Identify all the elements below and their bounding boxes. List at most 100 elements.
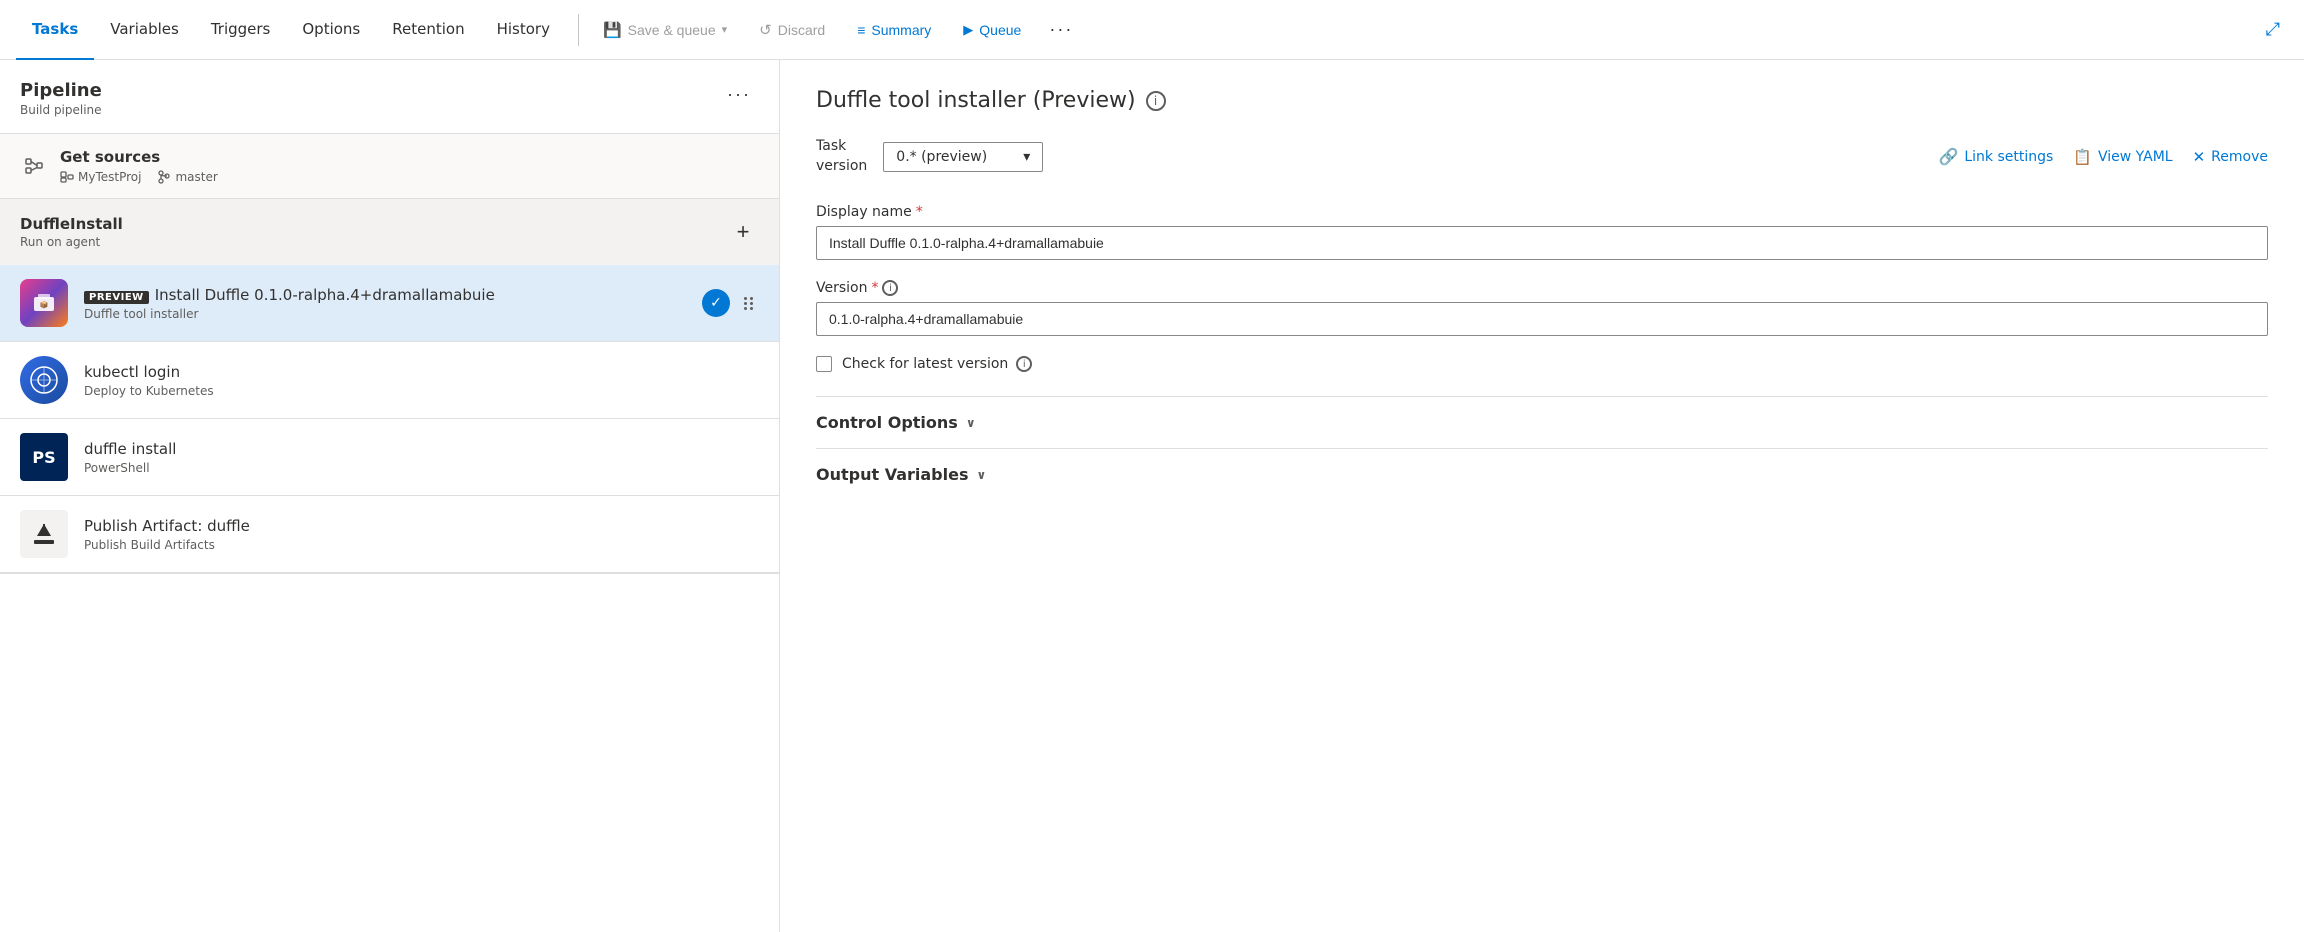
- check-latest-info-icon[interactable]: i: [1016, 356, 1032, 372]
- task-install-duffle-actions: ✓: [702, 289, 759, 317]
- save-icon: 💾: [603, 21, 622, 39]
- output-variables-chevron-icon: ∨: [977, 468, 987, 482]
- agent-info: DuffleInstall Run on agent: [20, 215, 123, 249]
- display-name-label: Display name *: [816, 204, 2268, 220]
- task-version-select[interactable]: 0.* (preview) ▾: [883, 142, 1043, 172]
- remove-icon: ✕: [2193, 148, 2206, 166]
- publish-task-icon: [20, 510, 68, 558]
- version-chevron-icon: ▾: [1023, 149, 1030, 165]
- repo-meta: MyTestProj: [60, 170, 141, 184]
- agent-header: DuffleInstall Run on agent +: [0, 199, 779, 265]
- queue-play-icon: ▶: [963, 22, 973, 38]
- task-install-duffle-name: PREVIEWInstall Duffle 0.1.0-ralpha.4+dra…: [84, 286, 702, 304]
- duffle-task-icon: 📦: [20, 279, 68, 327]
- agent-subtitle: Run on agent: [20, 235, 123, 249]
- task-duffle-install-subtitle: PowerShell: [84, 461, 759, 475]
- task-version-left: Taskversion 0.* (preview) ▾: [816, 137, 1043, 176]
- view-yaml-button[interactable]: 📋 View YAML: [2073, 148, 2172, 166]
- pipeline-info: Pipeline Build pipeline: [20, 80, 102, 117]
- task-version-value: 0.* (preview): [896, 149, 987, 165]
- pipeline-title: Pipeline: [20, 80, 102, 101]
- task-item-duffle-install[interactable]: PS duffle install PowerShell: [0, 419, 779, 496]
- main-content: Pipeline Build pipeline ··· Get sources: [0, 60, 2304, 932]
- task-kubectl-subtitle: Deploy to Kubernetes: [84, 384, 759, 398]
- task-version-label: Taskversion: [816, 137, 867, 176]
- drag-handle[interactable]: [738, 293, 759, 314]
- save-queue-chevron-icon: ▾: [722, 23, 728, 36]
- get-sources-title: Get sources: [60, 148, 218, 166]
- link-settings-button[interactable]: 🔗 Link settings: [1938, 147, 2053, 166]
- discard-icon: ↺: [759, 21, 772, 39]
- version-field-label: Version * i: [816, 280, 2268, 296]
- kubectl-task-icon: [20, 356, 68, 404]
- top-nav: Tasks Variables Triggers Options Retenti…: [0, 0, 2304, 60]
- tab-tasks[interactable]: Tasks: [16, 0, 94, 60]
- output-variables-header[interactable]: Output Variables ∨: [816, 465, 2268, 484]
- tab-variables[interactable]: Variables: [94, 0, 195, 60]
- display-name-input[interactable]: [816, 226, 2268, 260]
- task-check-icon: ✓: [702, 289, 730, 317]
- task-item-publish-artifact[interactable]: Publish Artifact: duffle Publish Build A…: [0, 496, 779, 573]
- version-info-icon[interactable]: i: [882, 280, 898, 296]
- tab-options[interactable]: Options: [286, 0, 376, 60]
- link-settings-icon: 🔗: [1938, 147, 1958, 166]
- save-queue-label: Save & queue: [628, 22, 716, 38]
- preview-badge: PREVIEW: [84, 291, 149, 304]
- check-latest-label: Check for latest version i: [842, 356, 1032, 372]
- control-options-section: Control Options ∨: [816, 396, 2268, 448]
- nav-tabs: Tasks Variables Triggers Options Retenti…: [16, 0, 566, 60]
- task-item-kubectl-login[interactable]: kubectl login Deploy to Kubernetes: [0, 342, 779, 419]
- pipeline-header: Pipeline Build pipeline ···: [0, 60, 779, 134]
- task-duffle-install-name: duffle install: [84, 440, 759, 458]
- tab-retention[interactable]: Retention: [376, 0, 480, 60]
- task-duffle-install-info: duffle install PowerShell: [84, 440, 759, 475]
- summary-button[interactable]: ≡ Summary: [845, 16, 943, 44]
- task-version-actions: 🔗 Link settings 📋 View YAML ✕ Remove: [1938, 147, 2268, 166]
- tab-history[interactable]: History: [481, 0, 566, 60]
- task-install-duffle-subtitle: Duffle tool installer: [84, 307, 702, 321]
- task-publish-subtitle: Publish Build Artifacts: [84, 538, 759, 552]
- version-input[interactable]: [816, 302, 2268, 336]
- save-queue-button[interactable]: 💾 Save & queue ▾: [591, 15, 739, 45]
- nav-separator: [578, 14, 579, 46]
- agent-title: DuffleInstall: [20, 215, 123, 233]
- control-options-header[interactable]: Control Options ∨: [816, 413, 2268, 432]
- summary-icon: ≡: [857, 22, 865, 38]
- get-sources-row[interactable]: Get sources MyTestProj: [0, 134, 779, 199]
- display-name-group: Display name *: [816, 204, 2268, 260]
- powershell-task-icon: PS: [20, 433, 68, 481]
- discard-button[interactable]: ↺ Discard: [747, 15, 837, 45]
- pipeline-more-button[interactable]: ···: [719, 80, 759, 109]
- task-item-install-duffle[interactable]: 📦 PREVIEWInstall Duffle 0.1.0-ralpha.4+d…: [0, 265, 779, 342]
- output-variables-section: Output Variables ∨: [816, 448, 2268, 500]
- branch-meta: master: [157, 170, 217, 184]
- task-kubectl-name: kubectl login: [84, 363, 759, 381]
- view-yaml-icon: 📋: [2073, 148, 2092, 166]
- more-options-button[interactable]: ···: [1041, 13, 1081, 46]
- right-panel: Duffle tool installer (Preview) i Taskve…: [780, 60, 2304, 932]
- agent-section: DuffleInstall Run on agent + 📦 PREVIEWIn: [0, 199, 779, 574]
- version-required: *: [871, 280, 878, 296]
- queue-button[interactable]: ▶ Queue: [951, 16, 1033, 44]
- panel-title: Duffle tool installer (Preview) i: [816, 88, 2268, 113]
- title-info-icon[interactable]: i: [1146, 91, 1166, 111]
- task-kubectl-info: kubectl login Deploy to Kubernetes: [84, 363, 759, 398]
- tab-triggers[interactable]: Triggers: [195, 0, 287, 60]
- left-panel: Pipeline Build pipeline ··· Get sources: [0, 60, 780, 932]
- pipeline-subtitle: Build pipeline: [20, 103, 102, 117]
- get-sources-meta: MyTestProj master: [60, 170, 218, 184]
- task-install-duffle-info: PREVIEWInstall Duffle 0.1.0-ralpha.4+dra…: [84, 286, 702, 321]
- task-version-row: Taskversion 0.* (preview) ▾ 🔗 Link setti…: [816, 137, 2268, 176]
- svg-text:📦: 📦: [40, 300, 49, 309]
- task-publish-info: Publish Artifact: duffle Publish Build A…: [84, 517, 759, 552]
- get-sources-info: Get sources MyTestProj: [60, 148, 218, 184]
- expand-button[interactable]: ⤢: [2258, 13, 2288, 46]
- control-options-chevron-icon: ∨: [966, 416, 976, 430]
- nav-actions: 💾 Save & queue ▾ ↺ Discard ≡ Summary ▶ Q…: [591, 13, 1081, 46]
- add-task-button[interactable]: +: [727, 216, 759, 248]
- get-sources-icon: [20, 152, 48, 180]
- check-latest-row: Check for latest version i: [816, 356, 2268, 372]
- task-publish-name: Publish Artifact: duffle: [84, 517, 759, 535]
- remove-button[interactable]: ✕ Remove: [2193, 148, 2268, 166]
- check-latest-checkbox[interactable]: [816, 356, 832, 372]
